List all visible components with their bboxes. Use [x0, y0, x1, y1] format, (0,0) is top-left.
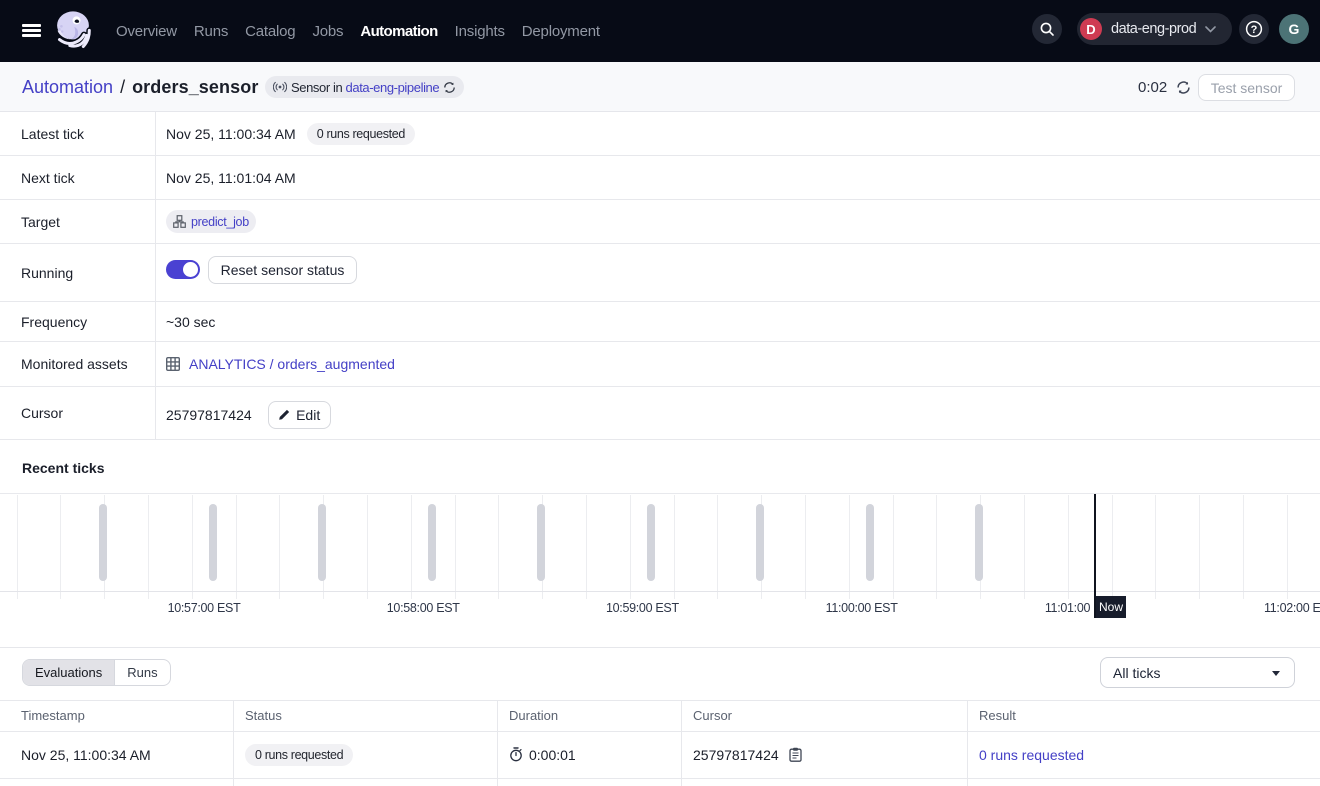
svg-text:?: ? [1251, 24, 1258, 36]
